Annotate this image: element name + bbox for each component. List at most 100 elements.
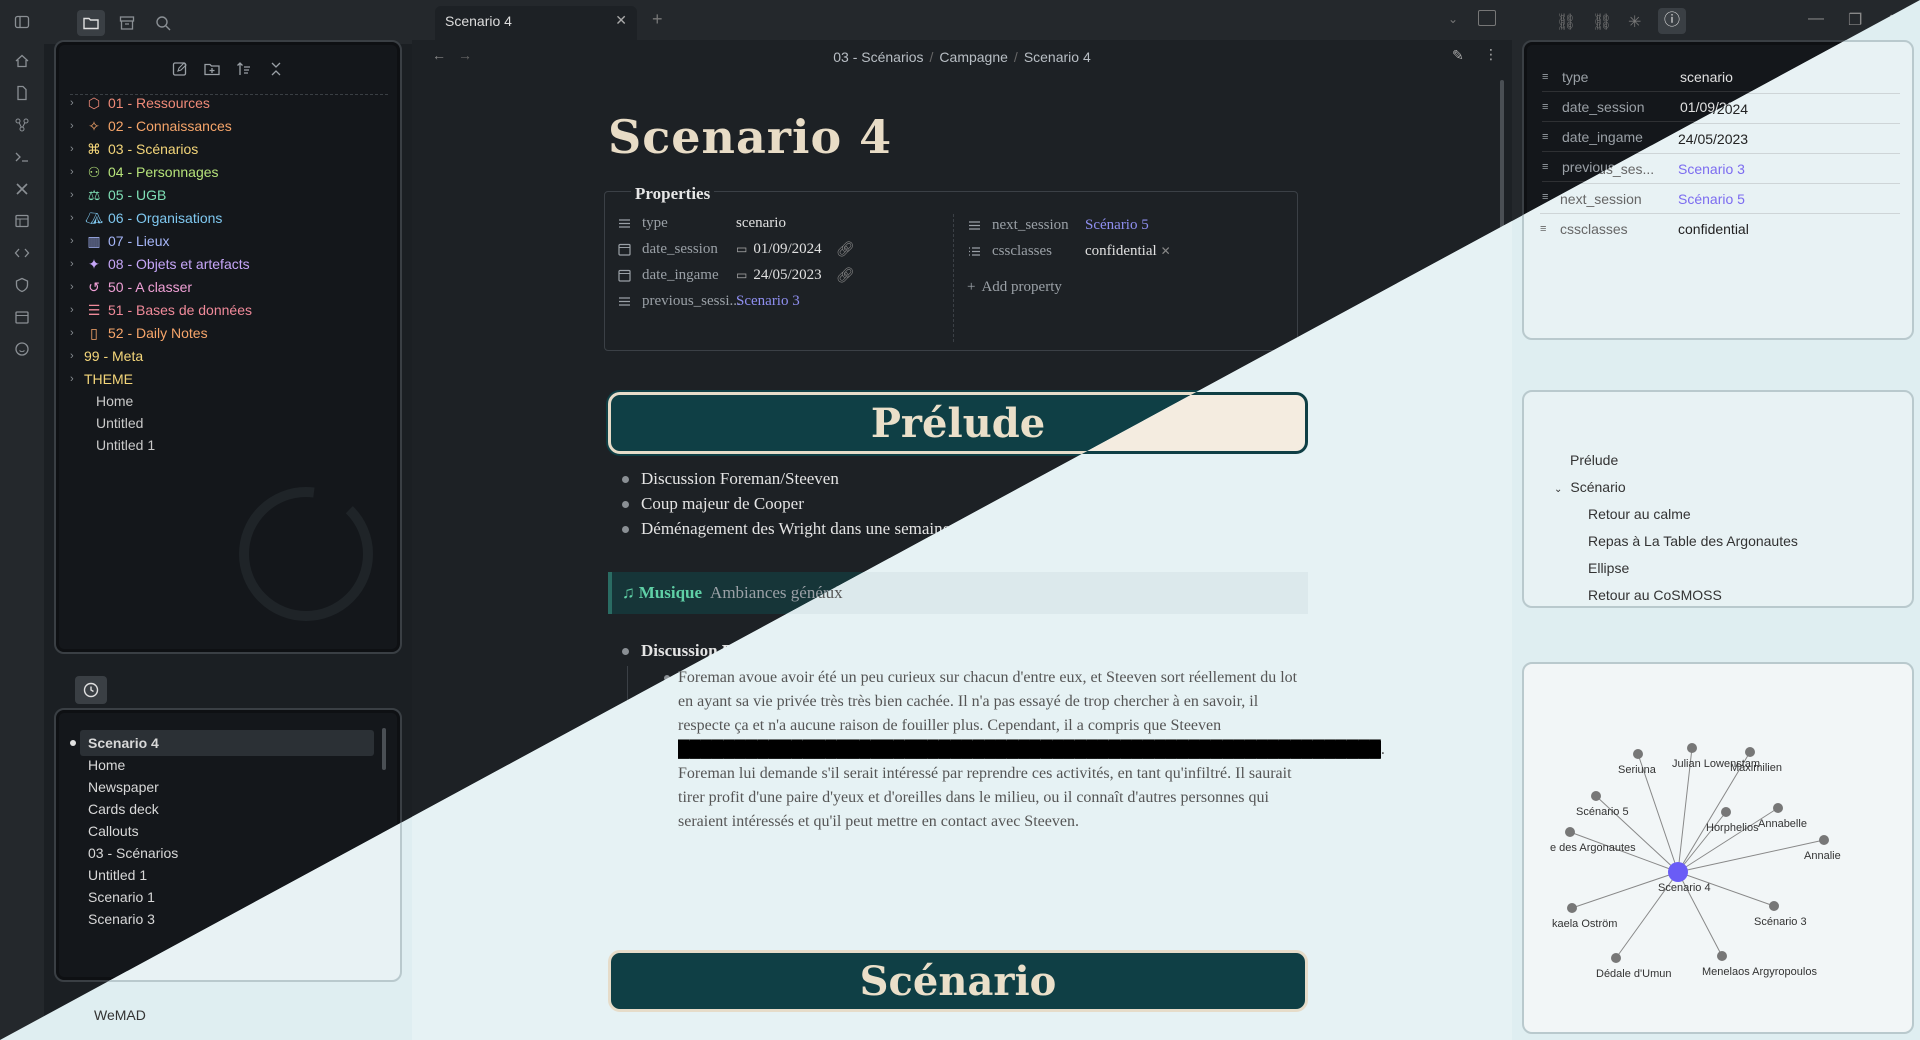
- property-previous-session[interactable]: previous_sessi... Scenario 3: [617, 286, 947, 316]
- recent-file-item[interactable]: Scenario 3: [88, 906, 155, 932]
- home-icon[interactable]: [10, 49, 34, 73]
- property-value[interactable]: Scénario 5: [1680, 189, 1747, 205]
- outline-item[interactable]: Ellipse: [1580, 560, 1621, 576]
- outline-item[interactable]: Retour au CoSMOSS: [1580, 587, 1714, 603]
- backlinks-icon[interactable]: ⛓: [1556, 12, 1576, 32]
- vault-name[interactable]: WeMAD: [94, 1007, 146, 1023]
- tab-scenario-4[interactable]: Scenario 4 ✕: [435, 6, 637, 40]
- archive-icon[interactable]: [113, 10, 141, 36]
- prelude-heading[interactable]: Prélude: [608, 392, 1308, 454]
- more-options-icon[interactable]: ⋮: [1484, 46, 1498, 63]
- graph-node[interactable]: [1723, 809, 1733, 819]
- breadcrumb-item[interactable]: 03 - Scénarios: [833, 49, 923, 65]
- smiley-icon[interactable]: [10, 337, 34, 361]
- minimize-icon[interactable]: —: [1808, 10, 1824, 28]
- chevron-down-icon[interactable]: ⌄: [1448, 12, 1458, 26]
- graph-node[interactable]: [1689, 745, 1699, 755]
- property-value[interactable]: 24/05/2023: [1680, 129, 1750, 145]
- search-icon[interactable]: [149, 10, 177, 36]
- files-icon[interactable]: [10, 81, 34, 105]
- chevron-right-icon[interactable]: ›: [70, 304, 84, 316]
- edit-pencil-icon[interactable]: ✎: [1452, 47, 1464, 64]
- graph-node[interactable]: [1593, 793, 1603, 803]
- tools-icon[interactable]: [10, 177, 34, 201]
- outline-tab-icon[interactable]: ☰: [1540, 360, 1568, 388]
- new-tab-icon[interactable]: +: [652, 9, 663, 30]
- graph-node[interactable]: [1635, 751, 1645, 761]
- close-tab-icon[interactable]: ✕: [615, 12, 627, 29]
- chevron-right-icon[interactable]: ›: [70, 235, 84, 247]
- music-callout[interactable]: ♫ Musique Ambiances générales > Bureaux: [608, 572, 1308, 614]
- outline-item[interactable]: Prélude: [1562, 452, 1610, 468]
- outline-item[interactable]: ⌄ Scénario: [1546, 479, 1618, 495]
- new-note-icon[interactable]: [171, 60, 189, 78]
- local-graph-tab-icon[interactable]: ✳: [1628, 12, 1641, 32]
- chevron-right-icon[interactable]: ›: [70, 97, 84, 109]
- chevron-right-icon[interactable]: ›: [70, 327, 84, 339]
- chevron-right-icon[interactable]: ›: [70, 166, 84, 178]
- list-item[interactable]: Discussion Foreman/Steeven: [641, 469, 839, 489]
- chevron-right-icon[interactable]: ›: [70, 212, 84, 224]
- property-row[interactable]: ≡ date_session 01/09/2024: [1542, 92, 1902, 122]
- property-row[interactable]: ≡ previous_ses... Scenario 3: [1542, 152, 1902, 182]
- graph-node[interactable]: [1747, 749, 1757, 759]
- vault-switcher-icon[interactable]: ⇕: [70, 1008, 80, 1022]
- calendar-icon[interactable]: [10, 305, 34, 329]
- sort-icon[interactable]: [235, 60, 253, 78]
- code-percent-icon[interactable]: [10, 241, 34, 265]
- sidebar-toggle-icon[interactable]: [10, 10, 34, 34]
- list-item[interactable]: Coup majeur de Cooper: [641, 494, 804, 514]
- settings-icon[interactable]: ⚙: [370, 1005, 385, 1025]
- chevron-right-icon[interactable]: ›: [70, 120, 84, 132]
- property-value[interactable]: Scenario 3: [1680, 159, 1747, 175]
- terminal-icon[interactable]: [10, 145, 34, 169]
- restore-icon[interactable]: ❐: [1848, 10, 1862, 30]
- scrollbar[interactable]: [1500, 80, 1504, 270]
- status-backlinks[interactable]: 2 backlinks: [1744, 1021, 1803, 1035]
- collapse-icon[interactable]: ✕: [1724, 414, 1734, 428]
- property-value[interactable]: 01/09/2024: [1680, 99, 1750, 115]
- graph-node[interactable]: [1821, 837, 1831, 847]
- property-row[interactable]: ≡ date_ingame 24/05/2023: [1542, 122, 1902, 152]
- chevron-down-icon[interactable]: ⌄: [1546, 484, 1554, 495]
- breadcrumb-item[interactable]: Campagne: [939, 49, 1008, 65]
- list-item[interactable]: Discussion Foreman/Steeven: [641, 641, 848, 661]
- property-value[interactable]: scenario: [1680, 69, 1733, 85]
- outline-item[interactable]: Repas à La Table des Argonautes: [1580, 533, 1790, 549]
- graph-icon[interactable]: [10, 113, 34, 137]
- clock-icon[interactable]: [75, 676, 107, 704]
- graph-node[interactable]: [1719, 953, 1729, 963]
- search-icon[interactable]: ⌕: [1696, 414, 1704, 431]
- chevron-right-icon[interactable]: ›: [70, 189, 84, 201]
- calendar-tab-icon[interactable]: ▦: [1578, 636, 1593, 656]
- file-row[interactable]: Untitled 1: [96, 432, 155, 458]
- graph-node[interactable]: [1569, 905, 1579, 915]
- discussion-paragraph[interactable]: Foreman avoue avoir été un peu curieux s…: [678, 666, 1385, 834]
- graph-node[interactable]: [1771, 903, 1781, 913]
- info-icon[interactable]: ⓘ: [1658, 8, 1686, 34]
- graph-node-current[interactable]: [1670, 864, 1690, 884]
- chevron-right-icon[interactable]: ›: [70, 143, 84, 155]
- note-title[interactable]: Scenario 4: [608, 110, 892, 164]
- shield-icon[interactable]: [10, 273, 34, 297]
- graph-tab-icon[interactable]: ⚛: [1540, 630, 1568, 658]
- folder-icon[interactable]: [77, 10, 105, 36]
- list-item[interactable]: Déménagement des Wright dans une semaine: [641, 519, 950, 539]
- scenario-heading[interactable]: Scénario: [608, 950, 1308, 1012]
- property-row[interactable]: ≡ next_session Scénario 5: [1542, 182, 1902, 212]
- right-sidebar-toggle-icon[interactable]: [1478, 10, 1496, 26]
- breadcrumb-item[interactable]: Scenario 4: [1024, 49, 1091, 65]
- add-property-button[interactable]: + Add property: [1546, 252, 1637, 268]
- add-property-button[interactable]: + Add property: [967, 272, 1062, 302]
- outline-item[interactable]: Retour au calme: [1580, 506, 1683, 522]
- layout-icon[interactable]: [10, 209, 34, 233]
- property-row[interactable]: ≡ type scenario: [1542, 62, 1902, 92]
- property-row[interactable]: ≡ cssclasses confidential: [1542, 212, 1902, 242]
- graph-node[interactable]: [1775, 805, 1785, 815]
- collapse-all-icon[interactable]: [267, 60, 285, 78]
- graph-node[interactable]: [1613, 955, 1623, 965]
- chevron-right-icon[interactable]: ›: [70, 281, 84, 293]
- next-heading[interactable]: Retour au calme: [608, 1026, 777, 1040]
- reading-mode-icon[interactable]: 📖︎: [1895, 1021, 1910, 1035]
- close-window-icon[interactable]: ✕: [1888, 10, 1901, 30]
